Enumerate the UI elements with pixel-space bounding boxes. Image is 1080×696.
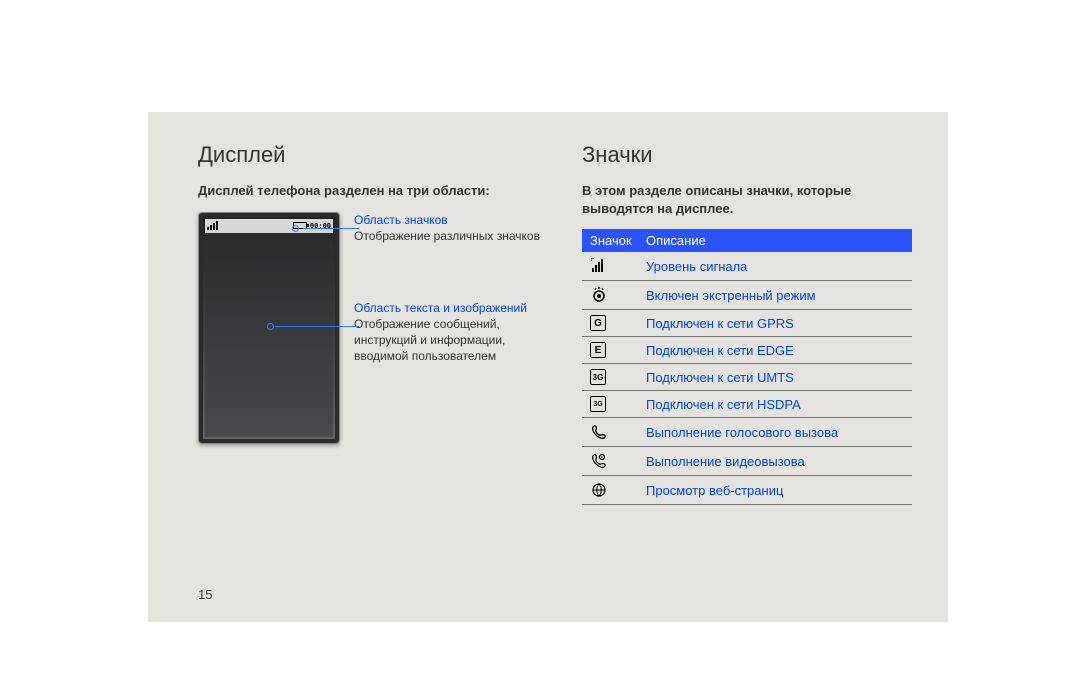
- icon-row: GПодключен к сети GPRS: [582, 310, 912, 337]
- icons-intro: В этом разделе описаны значки, которые в…: [582, 182, 912, 217]
- voice-icon: [590, 423, 646, 441]
- icon-row: Просмотр веб-страниц: [582, 476, 912, 505]
- callout1-body: Отображение различных значков: [354, 228, 548, 244]
- callout2-title: Область текста и изображений: [354, 300, 548, 316]
- icon-desc: Подключен к сети UMTS: [646, 370, 904, 385]
- callout-marker-1: [292, 225, 299, 232]
- icon-desc: Выполнение голосового вызова: [646, 425, 904, 440]
- page-number: 15: [198, 587, 212, 602]
- icon-desc: Подключен к сети GPRS: [646, 316, 904, 331]
- header-icon-col: Значок: [590, 233, 646, 248]
- display-intro: Дисплей телефона разделен на три области…: [198, 182, 548, 200]
- callout1-title: Область значков: [354, 212, 548, 228]
- sos-icon: [590, 286, 646, 304]
- manual-page: Дисплей Дисплей телефона разделен на три…: [148, 112, 948, 622]
- header-desc-col: Описание: [646, 233, 904, 248]
- section-title-icons: Значки: [582, 142, 912, 168]
- edge-icon: E: [590, 342, 646, 358]
- icon-desc: Уровень сигнала: [646, 259, 904, 274]
- section-display: Дисплей Дисплей телефона разделен на три…: [198, 142, 548, 602]
- gprs-icon: G: [590, 315, 646, 331]
- icon-desc: Выполнение видеовызова: [646, 454, 904, 469]
- icon-desc: Подключен к сети EDGE: [646, 343, 904, 358]
- phone-mainarea: [205, 233, 333, 437]
- icon-desc: Включен экстренный режим: [646, 288, 904, 303]
- icon-table-header: Значок Описание: [582, 229, 912, 252]
- hsdpa-icon: 3G: [590, 396, 646, 412]
- section-icons: Значки В этом разделе описаны значки, ко…: [582, 142, 912, 602]
- icon-row: 3GПодключен к сети UMTS: [582, 364, 912, 391]
- umts-icon: 3G: [590, 369, 646, 385]
- web-icon: [590, 481, 646, 499]
- icon-row: Уровень сигнала: [582, 252, 912, 281]
- callouts: Область значков Отображение различных зн…: [354, 212, 548, 444]
- video-icon: [590, 452, 646, 470]
- callout2-body: Отображение сообщений, инструкций и инфо…: [354, 316, 548, 365]
- callout-leader-2: [275, 326, 359, 327]
- icon-desc: Просмотр веб-страниц: [646, 483, 904, 498]
- callout-leader-1: [303, 228, 359, 229]
- section-title-display: Дисплей: [198, 142, 548, 168]
- icon-desc: Подключен к сети HSDPA: [646, 397, 904, 412]
- icon-table-body: Уровень сигналаВключен экстренный режимG…: [582, 252, 912, 505]
- signal-bars-icon: [207, 221, 218, 230]
- phone-statusbar: 00:00: [205, 219, 333, 233]
- icon-row: EПодключен к сети EDGE: [582, 337, 912, 364]
- icon-row: 3GПодключен к сети HSDPA: [582, 391, 912, 418]
- signal-icon: [590, 257, 646, 275]
- phone-mockup: 00:00: [198, 212, 340, 444]
- icon-row: Выполнение видеовызова: [582, 447, 912, 476]
- icon-row: Выполнение голосового вызова: [582, 418, 912, 447]
- icon-row: Включен экстренный режим: [582, 281, 912, 310]
- callout-marker-2: [267, 323, 274, 330]
